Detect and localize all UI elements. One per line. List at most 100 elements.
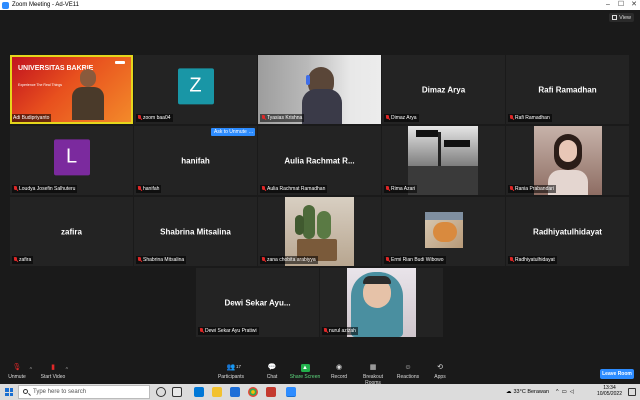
participant-label: Rima Azari <box>384 185 418 193</box>
mic-muted-icon <box>137 257 142 263</box>
share-screen-icon: ▲ <box>300 364 310 372</box>
chrome-icon[interactable] <box>248 387 258 397</box>
apps-label: Apps <box>434 374 446 380</box>
more-options-button[interactable]: ... <box>247 128 255 136</box>
mic-muted-icon <box>13 186 18 192</box>
chat-label: Chat <box>266 374 278 380</box>
zoom-taskbar-icon[interactable] <box>286 387 296 397</box>
participant-label: zana chobita arabiyya <box>260 256 318 264</box>
notification-icon[interactable] <box>628 388 636 396</box>
profile-photo <box>408 126 478 195</box>
record-label: Record <box>330 374 348 380</box>
share-screen-button[interactable]: ▲ Share Screen <box>288 364 322 384</box>
participants-count: 17 <box>236 364 242 369</box>
participant-label: Ermi Rian Budi Wibowo <box>384 256 446 264</box>
chevron-up-icon[interactable]: ^ <box>66 367 68 373</box>
file-explorer-icon[interactable] <box>212 387 222 397</box>
chat-button[interactable]: 💬 Chat <box>255 364 289 384</box>
participant-label: Dimaz Arya <box>384 114 419 122</box>
tile-shabrina-mitsalina[interactable]: Shabrina Mitsalina Shabrina Mitsalina <box>134 197 257 266</box>
participant-label: Rania Prabandari <box>508 185 556 193</box>
store-icon[interactable] <box>230 387 240 397</box>
unmute-button[interactable]: 🎙 Unmute ^ <box>0 364 34 384</box>
mic-muted-icon <box>261 257 266 263</box>
participants-icon: 👥 <box>226 364 236 371</box>
cortana-icon[interactable] <box>156 387 166 397</box>
start-button[interactable] <box>0 384 18 400</box>
participant-label: Shabrina Mitsalina <box>136 256 187 264</box>
ask-to-unmute-button[interactable]: Ask to Unmute <box>211 128 250 136</box>
view-button[interactable]: View <box>609 13 634 22</box>
mic-muted-icon <box>13 257 18 263</box>
tile-rania-prabandari[interactable]: Rania Prabandari <box>506 126 629 195</box>
tile-ermi-rian[interactable]: Ermi Rian Budi Wibowo <box>382 197 505 266</box>
tile-zoom-baa04[interactable]: Z zoom baa04 <box>134 55 257 124</box>
edge-icon[interactable] <box>194 387 204 397</box>
record-button[interactable]: ◉ Record <box>322 364 356 384</box>
mic-muted-icon <box>137 115 142 121</box>
view-bar: View <box>0 10 640 24</box>
windows-logo-icon <box>5 388 13 396</box>
app-icon[interactable] <box>266 387 276 397</box>
participants-label: Participants <box>217 374 245 380</box>
tile-adi-budipriyanto[interactable]: UNIVERSITAS BAKRIE Experience The Real T… <box>10 55 133 124</box>
tile-tyasias-krishna[interactable]: Tyasias Krishna <box>258 55 381 124</box>
chevron-up-icon[interactable]: ^ <box>556 389 559 395</box>
participant-label: Adi Budipriyanto <box>12 114 52 122</box>
mic-muted-icon <box>261 115 266 121</box>
task-view-icon[interactable] <box>172 387 182 397</box>
reactions-label: Reactions <box>396 374 420 380</box>
maximize-icon[interactable]: ☐ <box>615 0 627 10</box>
participant-label: Tyasias Krishna <box>260 114 305 122</box>
tile-rima-azari[interactable]: Rima Azari <box>382 126 505 195</box>
breakout-rooms-icon: ▦ <box>369 364 377 371</box>
network-icon[interactable]: ▭ <box>562 389 567 395</box>
start-video-button[interactable]: ▮ Start Video ^ <box>36 364 70 384</box>
presenter-image <box>72 65 104 120</box>
minimize-icon[interactable]: – <box>602 0 614 10</box>
participants-button[interactable]: 👥 17 Participants <box>214 364 248 384</box>
weather-text: 33°C Berawan <box>513 389 550 395</box>
tile-radhiyatulhidayat[interactable]: Radhiyatulhidayat Radhiyatulhidayat <box>506 197 629 266</box>
meeting-toolbar: 🎙 Unmute ^ ▮ Start Video ^ 👥 17 Particip… <box>0 362 640 386</box>
search-placeholder: Type here to search <box>33 389 87 395</box>
close-icon[interactable]: ✕ <box>628 0 640 10</box>
taskbar-search-input[interactable]: Type here to search <box>18 385 150 399</box>
window-title: Zoom Meeting - Ad-VE11 <box>12 2 79 8</box>
tile-loudya-josefin[interactable]: L Loudya Josefin Salhuteru <box>10 126 133 195</box>
apps-button[interactable]: ⟲ Apps <box>423 364 457 384</box>
mic-off-icon: 🎙 <box>12 364 22 371</box>
start-video-label: Start Video <box>40 374 66 380</box>
mic-muted-icon <box>509 186 514 192</box>
tile-zana-chobita[interactable]: zana chobita arabiyya <box>258 197 381 266</box>
speaker-icon[interactable]: ◁ <box>570 389 574 395</box>
weather-widget[interactable]: ☁ 33°C Berawan <box>506 384 549 400</box>
tile-dewi-sekar[interactable]: Dewi Sekar Ayu... Dewi Sekar Ayu Pratiwi <box>196 268 319 337</box>
chevron-up-icon[interactable]: ^ <box>30 367 32 373</box>
avatar: L <box>53 138 90 175</box>
reactions-icon: ☺ <box>404 364 412 371</box>
view-label: View <box>619 14 631 21</box>
tile-nurul-azizah[interactable]: nurul azizah <box>320 268 443 337</box>
tile-rafi-ramadhan[interactable]: Rafi Ramadhan Rafi Ramadhan <box>506 55 629 124</box>
tile-aulia-rachmat[interactable]: Aulia Rachmat R... Aulia Rachmat Ramadha… <box>258 126 381 195</box>
tile-hanifah[interactable]: hanifah hanifah <box>134 126 257 195</box>
taskbar-clock[interactable]: 13:34 10/05/2022 <box>597 385 622 397</box>
chat-icon: 💬 <box>267 364 277 371</box>
title-bar: Zoom Meeting - Ad-VE11 – ☐ ✕ <box>0 0 640 10</box>
leave-room-button[interactable]: Leave Room <box>600 369 634 379</box>
tile-dimaz-arya[interactable]: Dimaz Arya Dimaz Arya <box>382 55 505 124</box>
cloud-icon: ☁ <box>506 389 512 395</box>
participant-name: hanifah <box>181 156 210 165</box>
participant-label: Dewi Sekar Ayu Pratiwi <box>198 327 259 335</box>
system-tray: ^ ▭ ◁ <box>556 384 574 400</box>
video-off-icon: ▮ <box>51 364 55 371</box>
share-screen-label: Share Screen <box>289 374 321 380</box>
reactions-button[interactable]: ☺ Reactions <box>391 364 425 384</box>
participant-label: Radhiyatulhidayat <box>508 256 557 264</box>
participant-label: Aulia Rachmat Ramadhan <box>260 185 328 193</box>
tile-zafira[interactable]: zafira zafira <box>10 197 133 266</box>
participant-name: Shabrina Mitsalina <box>160 227 231 236</box>
breakout-rooms-button[interactable]: ▦ Breakout Rooms <box>356 364 390 386</box>
record-icon: ◉ <box>335 364 343 371</box>
